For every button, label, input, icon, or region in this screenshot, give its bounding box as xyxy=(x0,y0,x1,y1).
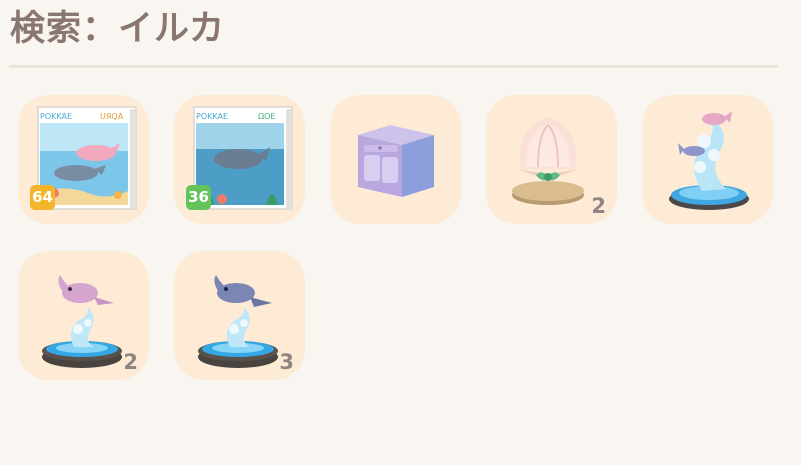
divider xyxy=(9,65,778,68)
item-tile-dolphin-cabinet[interactable] xyxy=(330,95,461,224)
item-tile-dolphin-book-blue[interactable]: POKKAE ΩOE 36 xyxy=(174,95,305,224)
dolphin-wave-statue-icon xyxy=(669,111,749,210)
item-level-badge: 36 xyxy=(186,185,211,210)
item-level-badge: 64 xyxy=(30,185,55,210)
item-count: 2 xyxy=(591,194,606,218)
svg-text:POKKAE: POKKAE xyxy=(196,112,228,121)
search-results-page: 検索：イルカ POKKAE UЯQA 64 POKKAE ΩOE 36 2 2 … xyxy=(0,0,801,465)
item-tile-blue-dolphin-statue[interactable]: 3 xyxy=(174,251,305,380)
dolphin-cabinet-icon xyxy=(358,125,434,197)
search-title: 検索：イルカ xyxy=(10,9,225,49)
svg-text:ΩOE: ΩOE xyxy=(258,112,275,121)
svg-text:UЯQA: UЯQA xyxy=(100,112,124,121)
svg-text:POKKAE: POKKAE xyxy=(40,112,72,121)
item-tile-pink-dolphin-statue[interactable]: 2 xyxy=(18,251,149,380)
item-count: 2 xyxy=(123,350,138,374)
item-count: 3 xyxy=(279,350,294,374)
item-tile-shell-ornament[interactable]: 2 xyxy=(486,95,617,224)
item-tile-dolphin-wave-statue[interactable] xyxy=(642,95,773,224)
item-tile-dolphin-book-pink[interactable]: POKKAE UЯQA 64 xyxy=(18,95,149,224)
